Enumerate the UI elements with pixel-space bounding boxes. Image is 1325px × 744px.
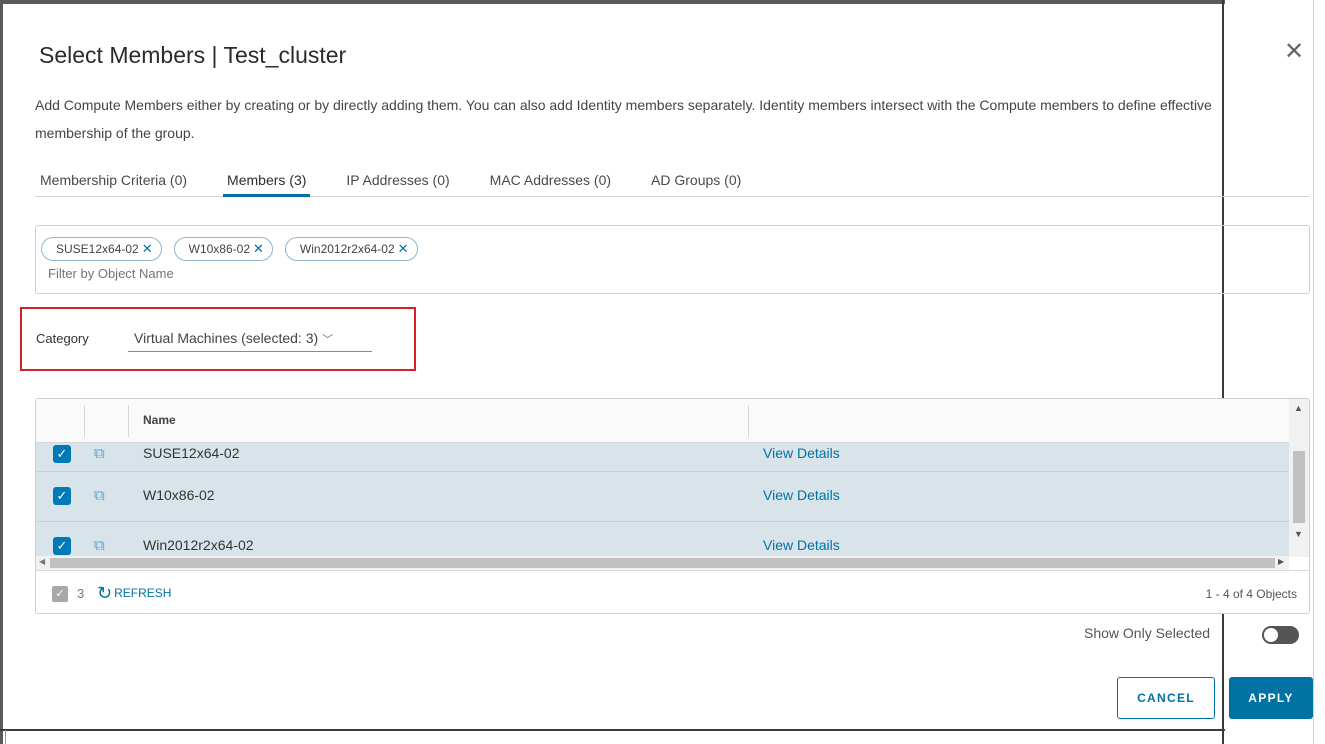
category-dropdown[interactable]: Virtual Machines (selected: 3) ﹀ [128,327,372,352]
table-row[interactable]: ✓ ⧉ SUSE12x64-02 View Details [36,443,1289,472]
toggle-knob [1264,628,1278,642]
chevron-down-icon: ﹀ [322,334,334,346]
filter-input[interactable] [48,266,448,281]
window-frame-left [0,0,3,744]
table-row[interactable]: ✓ ⧉ Win2012r2x64-02 View Details [36,522,1289,556]
tab-members[interactable]: Members (3) [223,166,311,197]
selected-chips: SUSE12x64-02 ✕ W10x86-02 ✕ Win2012r2x64-02… [41,237,418,261]
row-checkbox[interactable]: ✓ [53,537,71,555]
view-details-link[interactable]: View Details [763,487,840,503]
row-name: W10x86-02 [143,487,215,503]
row-checkbox[interactable]: ✓ [53,487,71,505]
column-separator [128,405,129,437]
selection-checkbox-icon: ✓ [52,586,68,602]
member-chip: W10x86-02 ✕ [173,237,273,261]
view-details-link[interactable]: View Details [763,445,840,461]
window-frame-bottom [0,729,1225,731]
chip-label: Win2012r2x64-02 [299,242,395,256]
remove-chip-icon[interactable]: ✕ [253,241,264,256]
scroll-up-arrow-icon[interactable]: ▲ [1294,403,1303,413]
refresh-label: REFRESH [114,586,172,600]
grid-body: ✓ ⧉ SUSE12x64-02 View Details ✓ ⧉ W10x86… [36,443,1289,556]
horizontal-scrollbar[interactable]: ◀ ▶ [36,556,1289,570]
dialog-description: Add Compute Members either by creating o… [35,97,1212,141]
refresh-button[interactable]: ↻ REFRESH [97,583,171,604]
cancel-button[interactable]: CANCEL [1117,677,1215,719]
scroll-down-arrow-icon[interactable]: ▼ [1294,529,1303,539]
vertical-scrollbar[interactable]: ▲ ▼ [1289,399,1309,557]
member-chip: SUSE12x64-02 ✕ [41,237,162,261]
member-filter-box: SUSE12x64-02 ✕ W10x86-02 ✕ Win2012r2x64-02… [35,225,1310,294]
column-header-name[interactable]: Name [143,413,176,427]
pagination-info: 1 - 4 of 4 Objects [1205,587,1297,601]
column-separator[interactable] [748,405,749,437]
chip-label: SUSE12x64-02 [56,242,139,256]
row-checkbox[interactable]: ✓ [53,445,71,463]
grid-header: Name [36,399,1289,443]
window-frame-top [0,0,1225,4]
member-chip: Win2012r2x64-02 ✕ [284,237,418,261]
selected-count: 3 [77,586,85,601]
row-name: SUSE12x64-02 [143,445,240,461]
view-details-link[interactable]: View Details [763,537,840,553]
scrollbar-thumb[interactable] [50,558,1275,568]
show-only-selected-toggle[interactable] [1262,626,1299,644]
scrollbar-thumb[interactable] [1293,451,1305,523]
dialog-title: Select Members | Test_cluster [39,42,347,68]
tab-ip-addresses[interactable]: IP Addresses (0) [342,166,453,197]
column-separator [84,405,85,437]
remove-chip-icon[interactable]: ✕ [142,241,153,256]
apply-button[interactable]: APPLY [1229,677,1313,719]
tab-ad-groups[interactable]: AD Groups (0) [647,166,745,197]
row-name: Win2012r2x64-02 [143,537,254,553]
outer-frame-line [1313,0,1314,744]
vm-icon: ⧉ [94,487,105,504]
vm-icon: ⧉ [94,445,105,462]
scroll-right-arrow-icon[interactable]: ▶ [1278,557,1284,566]
scroll-left-arrow-icon[interactable]: ◀ [39,557,45,566]
tab-membership-criteria[interactable]: Membership Criteria (0) [35,166,191,197]
tab-bar: Membership Criteria (0) Members (3) IP A… [35,166,1310,197]
refresh-icon: ↻ [97,583,113,603]
category-highlight-box: Category Virtual Machines (selected: 3) ﹀ [20,307,416,371]
category-value: Virtual Machines (selected: 3) [134,330,319,346]
outer-frame-line [5,730,6,744]
vm-icon: ⧉ [94,537,105,554]
remove-chip-icon[interactable]: ✕ [398,241,409,256]
show-only-selected-label: Show Only Selected [1084,625,1211,641]
members-datagrid: Name ✓ ⧉ SUSE12x64-02 View Details ✓ ⧉ W… [35,398,1310,614]
grid-footer: ✓ 3 ↻ REFRESH 1 - 4 of 4 Objects [36,570,1309,613]
category-label: Category [36,331,89,346]
tab-mac-addresses[interactable]: MAC Addresses (0) [486,166,615,197]
close-icon[interactable]: ✕ [1284,40,1304,64]
table-row[interactable]: ✓ ⧉ W10x86-02 View Details [36,472,1289,522]
chip-label: W10x86-02 [188,242,250,256]
